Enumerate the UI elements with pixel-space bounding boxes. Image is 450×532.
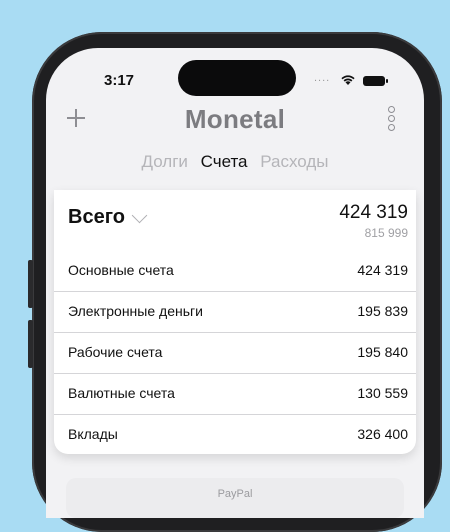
row-divider <box>54 332 416 333</box>
dynamic-island <box>178 60 296 96</box>
volume-button <box>28 320 33 368</box>
account-value: 130 559 <box>357 385 408 401</box>
account-value: 326 400 <box>357 426 408 442</box>
app-screen: 3:17 .... Monetal Долги Счета Расходы Вс… <box>46 48 424 518</box>
account-label: Рабочие счета <box>68 344 163 360</box>
account-value: 424 319 <box>357 262 408 278</box>
account-label: Основные счета <box>68 262 174 278</box>
volume-button <box>28 260 33 308</box>
section-tabs: Долги Счета Расходы <box>46 152 424 172</box>
account-row-currency[interactable]: Валютные счета 130 559 <box>54 373 416 414</box>
status-bar: 3:17 .... <box>46 48 424 104</box>
tab-expenses[interactable]: Расходы <box>260 152 328 172</box>
row-divider <box>54 291 416 292</box>
total-row[interactable]: Всего 424 319 815 999 <box>54 190 416 250</box>
accounts-card: Всего 424 319 815 999 Основные счета 424… <box>54 190 416 454</box>
account-row-work[interactable]: Рабочие счета 195 840 <box>54 332 416 373</box>
total-label: Всего <box>68 206 125 228</box>
account-label: Электронные деньги <box>68 303 203 319</box>
account-label: Вклады <box>68 426 118 442</box>
battery-icon <box>363 76 388 86</box>
account-value: 195 840 <box>357 344 408 360</box>
status-time: 3:17 <box>104 72 135 89</box>
chevron-down-icon[interactable] <box>131 207 148 224</box>
more-options-icon[interactable] <box>386 106 396 132</box>
row-divider <box>54 414 416 415</box>
total-value: 424 319 <box>339 202 408 223</box>
account-row-main[interactable]: Основные счета 424 319 <box>54 250 416 291</box>
tab-debts[interactable]: Долги <box>141 152 187 172</box>
tab-accounts[interactable]: Счета <box>201 152 248 172</box>
account-label: Валютные счета <box>68 385 175 401</box>
paypal-card[interactable]: PayPal <box>66 478 404 518</box>
account-row-e-money[interactable]: Электронные деньги 195 839 <box>54 291 416 332</box>
account-value: 195 839 <box>357 303 408 319</box>
app-title: Monetal <box>184 104 286 134</box>
total-secondary-value: 815 999 <box>364 226 408 240</box>
row-divider <box>54 373 416 374</box>
wifi-icon <box>341 75 355 85</box>
signal-dots: .... <box>314 72 331 84</box>
account-row-deposits[interactable]: Вклады 326 400 <box>54 414 416 455</box>
paypal-label: PayPal <box>217 488 253 500</box>
app-header: Monetal <box>46 104 424 144</box>
